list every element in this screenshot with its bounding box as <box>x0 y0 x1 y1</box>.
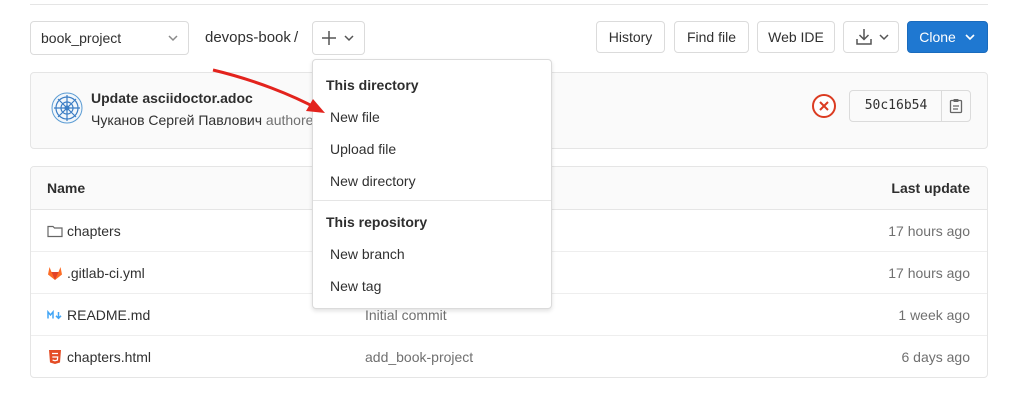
breadcrumb-project[interactable]: devops-book <box>205 21 291 55</box>
add-dropdown-menu: This directory New file Upload file New … <box>312 59 552 309</box>
history-button[interactable]: History <box>596 21 665 53</box>
find-file-button[interactable]: Find file <box>674 21 749 53</box>
column-last-update: Last update <box>891 180 970 196</box>
gitlab-icon <box>48 267 62 280</box>
project-select[interactable]: book_project <box>30 21 189 55</box>
breadcrumb-separator: / <box>294 29 299 46</box>
markdown-icon <box>47 309 62 320</box>
folder-icon <box>47 225 63 238</box>
commit-title[interactable]: Update asciidoctor.adoc <box>91 90 253 106</box>
web-ide-button[interactable]: Web IDE <box>757 21 835 53</box>
download-button[interactable] <box>843 21 899 53</box>
avatar[interactable] <box>51 92 83 124</box>
last-update: 1 week ago <box>898 307 970 323</box>
menu-item-new-directory[interactable]: New directory <box>330 173 416 189</box>
commit-sha-box: 50c16b54 <box>849 90 971 122</box>
download-icon <box>856 29 889 45</box>
html5-icon <box>49 350 61 364</box>
dropdown-section-repository: This repository <box>326 214 428 230</box>
top-divider <box>30 4 988 5</box>
dropdown-divider <box>313 200 551 201</box>
commit-author-line: Чуканов Сергей Павлович authore <box>91 112 313 128</box>
commit-message[interactable]: add_book-project <box>365 336 473 377</box>
last-update: 17 hours ago <box>888 265 970 281</box>
menu-item-new-branch[interactable]: New branch <box>330 246 405 262</box>
project-select-value: book_project <box>41 30 122 46</box>
status-failed-icon[interactable] <box>811 93 837 119</box>
file-name[interactable]: chapters <box>67 210 121 252</box>
file-name[interactable]: README.md <box>67 294 150 336</box>
commit-authored-text: authore <box>265 112 314 128</box>
commit-sha[interactable]: 50c16b54 <box>850 91 942 121</box>
table-row[interactable]: chapters.html add_book-project 6 days ag… <box>31 336 987 377</box>
clipboard-icon[interactable] <box>949 98 963 114</box>
last-update: 17 hours ago <box>888 223 970 239</box>
menu-item-upload-file[interactable]: Upload file <box>330 141 396 157</box>
chevron-down-icon <box>168 22 178 67</box>
dropdown-section-directory: This directory <box>326 77 419 93</box>
clone-label: Clone <box>919 29 956 45</box>
file-name[interactable]: .gitlab-ci.yml <box>67 252 145 294</box>
sha-divider <box>941 91 942 121</box>
chevron-down-icon <box>965 34 975 41</box>
commit-author[interactable]: Чуканов Сергей Павлович <box>91 112 262 128</box>
file-name[interactable]: chapters.html <box>67 336 151 377</box>
menu-item-new-file[interactable]: New file <box>330 109 380 125</box>
column-name: Name <box>47 180 86 196</box>
plus-icon <box>322 31 354 45</box>
add-dropdown-button[interactable] <box>312 21 365 55</box>
last-update: 6 days ago <box>901 349 971 365</box>
menu-item-new-tag[interactable]: New tag <box>330 278 381 294</box>
clone-button[interactable]: Clone <box>907 21 988 53</box>
